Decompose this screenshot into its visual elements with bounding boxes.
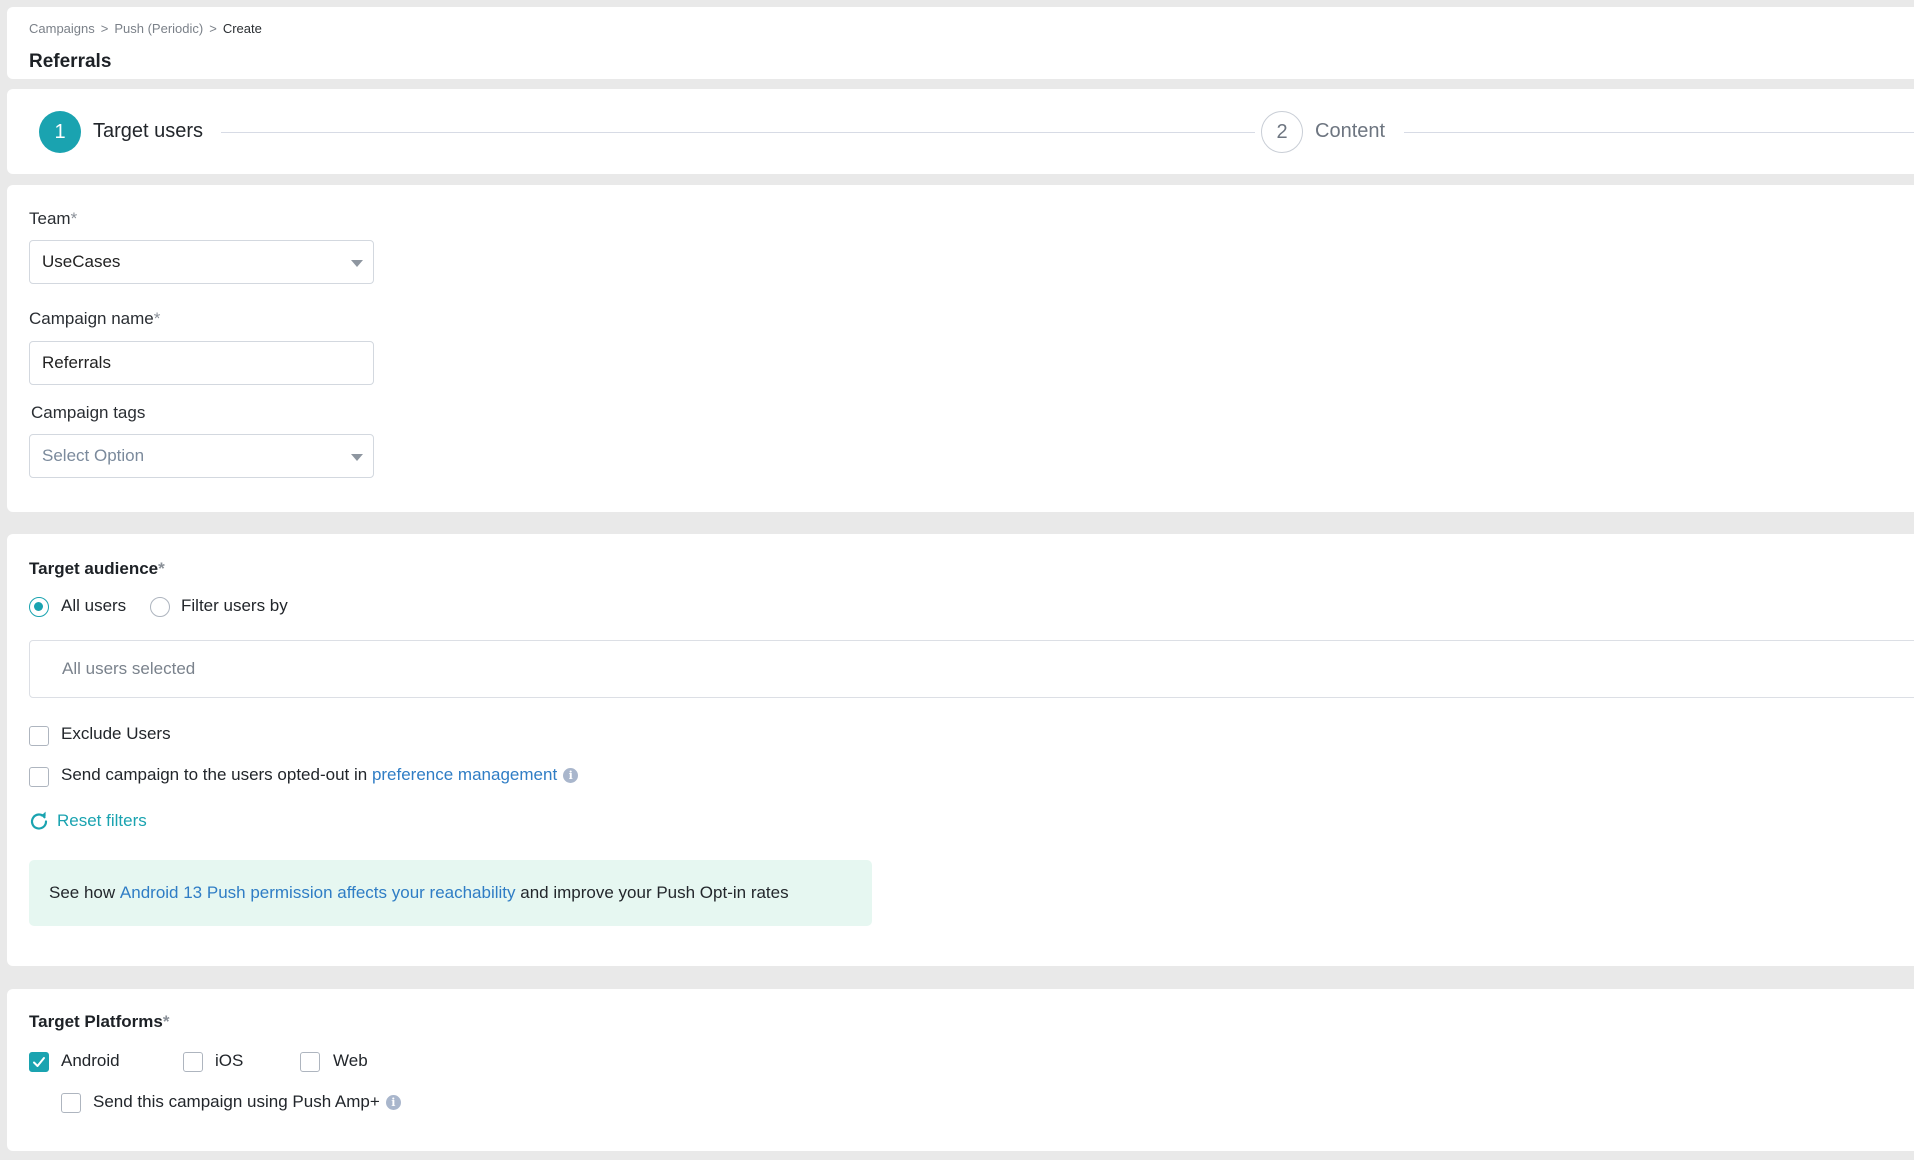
filter-users-radio[interactable] (150, 597, 170, 617)
opted-out-label: Send campaign to the users opted-out in … (61, 765, 578, 785)
team-select[interactable]: UseCases (29, 240, 374, 284)
breadcrumb-push-periodic[interactable]: Push (Periodic) (114, 21, 203, 36)
ios-checkbox[interactable] (183, 1052, 203, 1072)
step-1-circle[interactable]: 1 (39, 111, 81, 153)
breadcrumb-separator: > (209, 21, 217, 36)
breadcrumb-campaigns[interactable]: Campaigns (29, 21, 95, 36)
campaign-tags-label: Campaign tags (31, 403, 145, 423)
breadcrumb-separator: > (101, 21, 109, 36)
breadcrumb: Campaigns > Push (Periodic) > Create (29, 21, 262, 36)
campaign-name-label: Campaign name* (29, 309, 160, 329)
reset-filters-button[interactable]: Reset filters (29, 811, 147, 831)
android-label[interactable]: Android (61, 1051, 120, 1071)
push-amp-label[interactable]: Send this campaign using Push Amp+i (93, 1092, 401, 1112)
opted-out-checkbox[interactable] (29, 767, 49, 787)
exclude-users-label[interactable]: Exclude Users (61, 724, 171, 744)
campaign-tags-select[interactable]: Select Option (29, 434, 374, 478)
step-connector-trailing (1404, 132, 1914, 133)
info-icon[interactable]: i (563, 768, 578, 783)
filter-users-label[interactable]: Filter users by (181, 596, 288, 616)
step-2-circle[interactable]: 2 (1261, 111, 1303, 153)
android13-info-banner: See how Android 13 Push permission affec… (29, 860, 872, 926)
exclude-users-checkbox[interactable] (29, 726, 49, 746)
chevron-down-icon (351, 454, 363, 461)
preference-management-link[interactable]: preference management (372, 765, 557, 784)
all-users-radio[interactable] (29, 597, 49, 617)
target-audience-section: Target audience* All users Filter users … (7, 534, 1914, 966)
campaign-details-section: Team* UseCases Campaign name* Referrals … (7, 185, 1914, 512)
step-2-label[interactable]: Content (1315, 120, 1385, 143)
stepper: 1 Target users 2 Content (7, 89, 1914, 174)
page-title: Referrals (29, 51, 111, 73)
team-label: Team* (29, 209, 77, 229)
reset-filters-label: Reset filters (57, 811, 147, 831)
target-platforms-section: Target Platforms* Android iOS Web Send t… (7, 989, 1914, 1151)
team-select-value: UseCases (42, 252, 120, 272)
target-audience-title: Target audience* (29, 559, 165, 579)
checkmark-icon (32, 1055, 46, 1069)
page-header: Campaigns > Push (Periodic) > Create Referra… (7, 7, 1914, 79)
step-connector (221, 132, 1255, 133)
step-1-label[interactable]: Target users (93, 120, 203, 143)
ios-label[interactable]: iOS (215, 1051, 243, 1071)
all-users-label[interactable]: All users (61, 596, 126, 616)
audience-summary-box: All users selected (29, 640, 1914, 698)
target-platforms-title: Target Platforms* (29, 1012, 169, 1032)
campaign-tags-placeholder: Select Option (42, 446, 144, 466)
breadcrumb-create: Create (223, 21, 262, 36)
android-checkbox[interactable] (29, 1052, 49, 1072)
info-icon[interactable]: i (386, 1095, 401, 1110)
audience-summary-text: All users selected (62, 659, 195, 679)
refresh-icon (29, 811, 49, 831)
android13-reachability-link[interactable]: Android 13 Push permission affects your … (120, 883, 516, 903)
web-label[interactable]: Web (333, 1051, 368, 1071)
web-checkbox[interactable] (300, 1052, 320, 1072)
campaign-name-input[interactable]: Referrals (29, 341, 374, 385)
chevron-down-icon (351, 260, 363, 267)
push-amp-checkbox[interactable] (61, 1093, 81, 1113)
